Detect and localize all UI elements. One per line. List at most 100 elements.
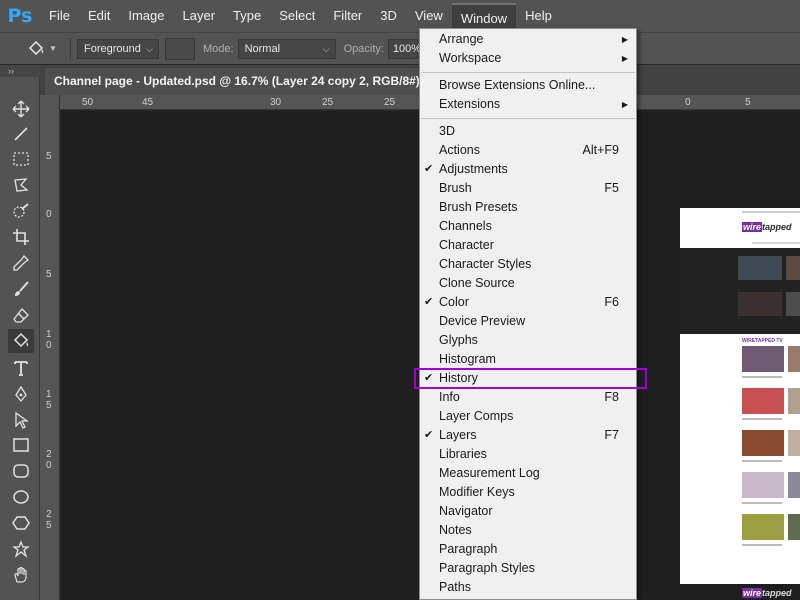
menu-item-3d[interactable]: 3D	[420, 122, 636, 141]
menu-item-histogram[interactable]: Histogram	[420, 350, 636, 369]
opacity-field[interactable]: 100%	[387, 38, 421, 59]
menu-item-layer-comps[interactable]: Layer Comps	[420, 407, 636, 426]
preview-thumbnail	[738, 292, 782, 316]
menu-item-actions[interactable]: Actions Alt+F9	[420, 141, 636, 160]
brush-tool[interactable]	[8, 277, 34, 301]
preview-card-image	[788, 472, 800, 498]
ruler-label: 0	[46, 209, 52, 220]
shortcut-label: F5	[604, 181, 619, 195]
panel-collapse-toggle[interactable]: ››	[0, 65, 40, 77]
menu-item-clone-source[interactable]: Clone Source	[420, 274, 636, 293]
menu-separator	[421, 118, 635, 119]
menu-filter[interactable]: Filter	[324, 0, 371, 32]
mode-dropdown[interactable]: Normal ⌵	[237, 38, 336, 59]
menu-item-navigator[interactable]: Navigator	[420, 502, 636, 521]
menu-separator	[421, 72, 635, 73]
shortcut-label: F6	[604, 295, 619, 309]
paint-bucket-icon	[13, 332, 29, 348]
menu-layer[interactable]: Layer	[174, 0, 225, 32]
tools-panel	[0, 77, 40, 600]
menu-item-character[interactable]: Character	[420, 236, 636, 255]
menu-item-libraries[interactable]: Libraries	[420, 445, 636, 464]
preview-thumbnail	[786, 292, 800, 316]
menu-item-workspace[interactable]: Workspace ▶	[420, 49, 636, 68]
preview-card-image	[742, 388, 784, 414]
move-tool[interactable]	[8, 97, 34, 121]
menu-item-info[interactable]: Info F8	[420, 388, 636, 407]
menu-item-glyphs[interactable]: Glyphs	[420, 331, 636, 350]
polygon-tool[interactable]	[8, 511, 34, 535]
menu-item-modifier-keys[interactable]: Modifier Keys	[420, 483, 636, 502]
line-tool[interactable]	[8, 122, 34, 146]
menu-type[interactable]: Type	[224, 0, 270, 32]
preview-text-line	[742, 460, 782, 462]
preview-card-image	[788, 514, 800, 540]
ruler-label: 5	[46, 151, 52, 162]
submenu-arrow-icon: ▶	[621, 54, 628, 63]
menu-window[interactable]: Window	[451, 3, 517, 31]
lasso-tool[interactable]	[8, 173, 34, 197]
menu-item-brush[interactable]: Brush F5	[420, 179, 636, 198]
arrow-pointer-icon	[15, 411, 29, 429]
menu-item-paragraph-styles[interactable]: Paragraph Styles	[420, 559, 636, 578]
preview-card-image	[742, 346, 784, 372]
paint-bucket-tool[interactable]	[8, 329, 34, 353]
rounded-rectangle-tool[interactable]	[8, 459, 34, 483]
paint-bucket-icon	[28, 40, 44, 55]
preview-section-title: WIRETAPPED TV	[742, 338, 783, 344]
custom-shape-tool[interactable]	[8, 537, 34, 561]
menu-item-layers[interactable]: ✔ Layers F7	[420, 426, 636, 445]
document-tab[interactable]: Channel page - Updated.psd @ 16.7% (Laye…	[45, 68, 458, 95]
crop-tool[interactable]	[8, 225, 34, 249]
preview-hero	[680, 248, 800, 334]
shortcut-label: F8	[604, 390, 619, 404]
menu-edit[interactable]: Edit	[79, 0, 119, 32]
eyedropper-tool[interactable]	[8, 251, 34, 275]
menu-item-adjustments[interactable]: ✔ Adjustments	[420, 160, 636, 179]
menu-item-character-styles[interactable]: Character Styles	[420, 255, 636, 274]
menu-image[interactable]: Image	[119, 0, 173, 32]
vertical-ruler[interactable]: 5 0 5 1 0 1 5 2 0 2 5	[40, 95, 60, 600]
shortcut-label: F7	[604, 428, 619, 442]
rectangle-tool[interactable]	[8, 433, 34, 457]
menu-select[interactable]: Select	[270, 0, 324, 32]
menu-item-browse-extensions[interactable]: Browse Extensions Online...	[420, 76, 636, 95]
menu-item-color[interactable]: ✔ Color F6	[420, 293, 636, 312]
menu-3d[interactable]: 3D	[371, 0, 406, 32]
menu-item-brush-presets[interactable]: Brush Presets	[420, 198, 636, 217]
marquee-icon	[13, 152, 29, 166]
pen-icon	[15, 385, 27, 403]
menu-item-paragraph[interactable]: Paragraph	[420, 540, 636, 559]
crop-icon	[13, 229, 29, 245]
marquee-tool[interactable]	[8, 147, 34, 171]
submenu-arrow-icon: ▶	[621, 35, 628, 44]
preview-text-line	[742, 418, 782, 420]
eraser-tool[interactable]	[8, 303, 34, 327]
ruler-label: 2 5	[46, 509, 52, 531]
quick-selection-tool[interactable]	[8, 199, 34, 223]
ellipse-tool[interactable]	[8, 485, 34, 509]
menu-item-notes[interactable]: Notes	[420, 521, 636, 540]
pattern-picker[interactable]	[165, 37, 195, 60]
pen-tool[interactable]	[8, 382, 34, 406]
ruler-label: 1 5	[46, 389, 52, 411]
quick-selection-icon	[13, 203, 29, 218]
ellipse-icon	[13, 490, 29, 504]
menu-item-measurement-log[interactable]: Measurement Log	[420, 464, 636, 483]
ruler-label: 25	[384, 97, 396, 108]
hand-tool[interactable]	[8, 563, 34, 587]
move-icon	[12, 100, 30, 118]
checkmark-icon: ✔	[424, 163, 434, 175]
fill-source-dropdown[interactable]: Foreground ⌵	[77, 38, 159, 59]
document-tab-title: Channel page - Updated.psd @ 16.7% (Laye…	[54, 74, 428, 88]
menu-item-device-preview[interactable]: Device Preview	[420, 312, 636, 331]
menu-item-extensions[interactable]: Extensions ▶	[420, 95, 636, 114]
menu-item-paths[interactable]: Paths	[420, 578, 636, 597]
path-selection-tool[interactable]	[8, 408, 34, 432]
type-tool[interactable]	[8, 356, 34, 380]
tool-preset-picker[interactable]: ▼	[20, 35, 64, 63]
menu-item-arrange[interactable]: Arrange ▶	[420, 30, 636, 49]
rounded-rectangle-icon	[13, 464, 29, 478]
menu-file[interactable]: File	[40, 0, 79, 32]
menu-item-channels[interactable]: Channels	[420, 217, 636, 236]
